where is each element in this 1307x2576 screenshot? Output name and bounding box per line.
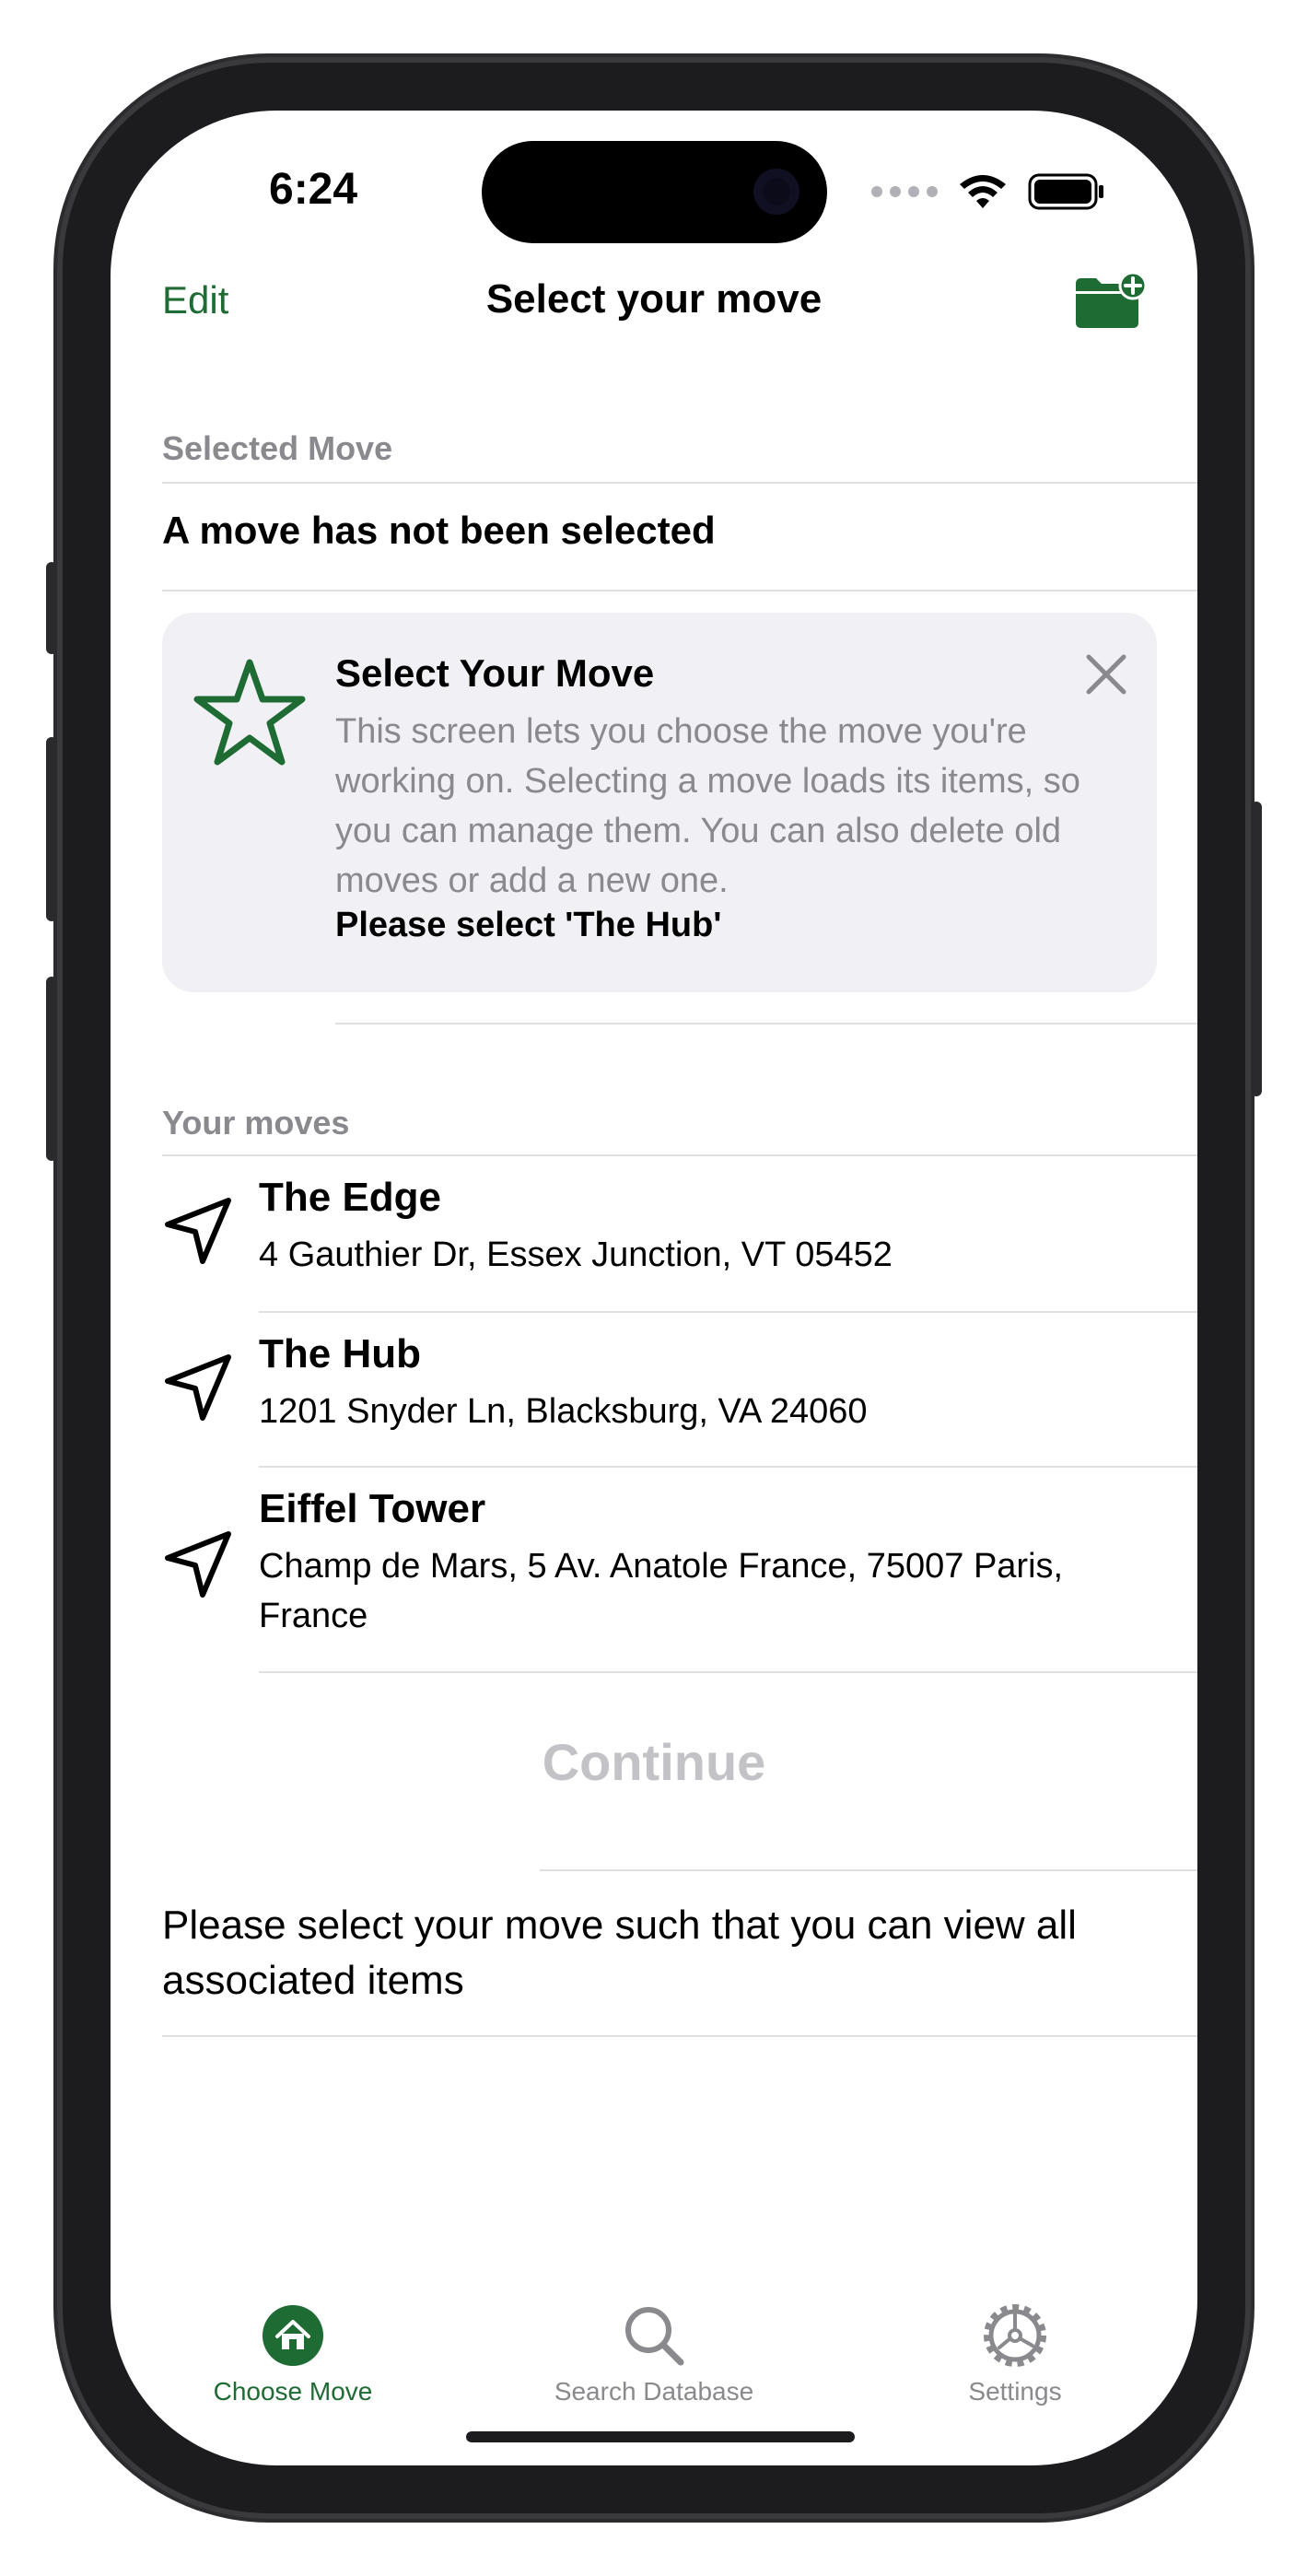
move-name: Eiffel Tower (259, 1486, 486, 1531)
move-address: Champ de Mars, 5 Av. Anatole France, 750… (259, 1547, 1064, 1635)
tab-bar: Choose Move Search Database Settings (111, 2303, 1197, 2414)
tip-instruction: Please select 'The Hub' (335, 906, 722, 944)
camera-icon (753, 169, 799, 215)
divider (540, 1869, 1197, 1871)
tab-search-database[interactable]: Search Database (516, 2303, 792, 2406)
location-arrow-icon (165, 1198, 231, 1264)
move-address: 1201 Snyder Ln, Blacksburg, VA 24060 (259, 1392, 868, 1431)
move-address: 4 Gauthier Dr, Essex Junction, VT 05452 (259, 1235, 893, 1274)
status-time: 6:24 (269, 165, 358, 214)
move-row-eiffel-tower[interactable]: Eiffel Tower Champ de Mars, 5 Av. Anatol… (111, 1466, 1197, 1671)
tab-label: Search Database (554, 2377, 754, 2406)
divider (162, 482, 1197, 484)
dynamic-island (482, 141, 827, 243)
page-title: Select your move (485, 276, 823, 322)
instruction-note: Please select your move such that you ca… (162, 1903, 1077, 2003)
side-button-action (46, 562, 57, 654)
location-arrow-icon (165, 1531, 231, 1598)
gear-icon (984, 2304, 1046, 2367)
status-icons (871, 173, 1105, 210)
continue-button[interactable]: Continue (111, 1732, 1197, 1792)
tab-choose-move[interactable]: Choose Move (155, 2303, 431, 2406)
move-name: The Edge (259, 1175, 442, 1220)
move-row-the-edge[interactable]: The Edge 4 Gauthier Dr, Essex Junction, … (111, 1154, 1197, 1311)
move-name: The Hub (259, 1331, 421, 1376)
tip-card: Select Your Move This screen lets you ch… (162, 613, 1157, 992)
tip-body: This screen lets you choose the move you… (335, 712, 1080, 900)
selected-move-value: A move has not been selected (162, 509, 716, 552)
side-button-volume-down (46, 977, 57, 1161)
tip-title: Select Your Move (335, 651, 655, 695)
move-row-the-hub[interactable]: The Hub 1201 Snyder Ln, Blacksburg, VA 2… (111, 1311, 1197, 1466)
battery-icon (1028, 173, 1103, 210)
divider (162, 590, 1197, 591)
divider (259, 1671, 1197, 1673)
wifi-icon (960, 175, 1006, 208)
star-icon (193, 659, 306, 766)
screen: 6:24 Edit Select your move Selected Move… (111, 111, 1197, 2465)
your-moves-header: Your moves (162, 1104, 350, 1142)
tab-label: Choose Move (213, 2377, 373, 2406)
side-button-volume-up (46, 737, 57, 921)
tab-settings[interactable]: Settings (877, 2303, 1153, 2406)
divider (335, 1023, 1197, 1025)
selected-move-header: Selected Move (162, 429, 393, 467)
folder-add-icon[interactable] (1074, 273, 1146, 330)
divider (162, 2035, 1197, 2037)
home-icon (263, 2305, 323, 2366)
close-icon[interactable] (1085, 653, 1127, 696)
home-indicator[interactable] (466, 2431, 855, 2442)
side-button-power (1251, 802, 1262, 1096)
cellular-icon (871, 186, 938, 197)
tab-label: Settings (968, 2377, 1062, 2406)
search-icon (625, 2307, 684, 2366)
location-arrow-icon (165, 1354, 231, 1421)
